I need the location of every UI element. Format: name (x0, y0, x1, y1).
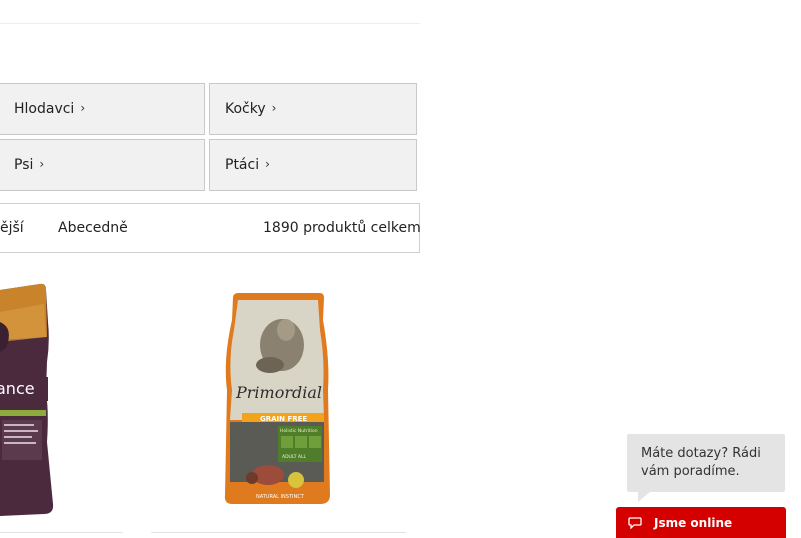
chevron-right-icon: › (80, 101, 86, 115)
category-tile-kocky[interactable]: Kočky › (209, 83, 417, 135)
product-2-sub-text: Holistic Nutrition (280, 428, 318, 434)
product-2-brand-text: Primordial (235, 383, 322, 402)
sort-option-alphabetical[interactable]: Abecedně (58, 220, 128, 236)
chevron-right-icon: › (39, 157, 45, 171)
product-2-badge-text: GRAIN FREE (260, 415, 307, 423)
category-label: Kočky (225, 101, 266, 117)
sort-option-partial[interactable]: ější (0, 220, 24, 236)
chat-prompt-text: Máte dotazy? Rádi vám poradíme. (641, 446, 761, 479)
product-2-variant-text: ADULT ALL (282, 454, 306, 460)
category-label: Ptáci (225, 157, 260, 173)
chevron-right-icon: › (265, 157, 270, 171)
product-total-count: 1890 produktů celkem (263, 220, 421, 236)
category-label: Hlodavci (14, 101, 75, 117)
sort-bar: ější Abecedně 1890 produktů celkem (0, 203, 421, 253)
product-image-2[interactable]: Primordial GRAIN FREE Holistic Nutrition… (220, 290, 334, 508)
product-card-divider (0, 532, 123, 533)
product-card-divider (151, 532, 406, 533)
product-2-footer-text: NATURAL INSTINCT (256, 494, 305, 500)
chat-online-button[interactable]: Jsme online (616, 507, 786, 538)
chat-bubble-icon (628, 516, 642, 529)
chevron-right-icon: › (271, 101, 277, 115)
product-1-brand-text: ance (0, 379, 35, 398)
chat-online-label: Jsme online (654, 515, 733, 530)
product-image-1[interactable]: ance (0, 282, 60, 518)
chat-bubble-tail (638, 492, 650, 502)
top-divider (0, 23, 420, 24)
category-label: Psi (14, 157, 34, 173)
chat-prompt-bubble[interactable]: Máte dotazy? Rádi vám poradíme. (627, 434, 785, 492)
category-tile-psi[interactable]: Psi › (0, 139, 205, 191)
category-tile-hlodavci[interactable]: Hlodavci › (0, 83, 205, 135)
category-tile-ptaci[interactable]: Ptáci › (209, 139, 417, 191)
